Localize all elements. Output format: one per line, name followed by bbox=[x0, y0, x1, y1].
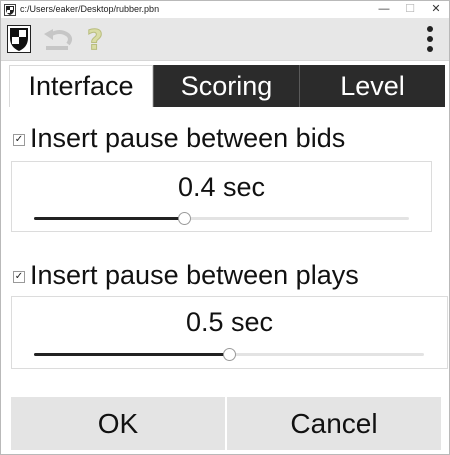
pause-plays-slider-handle[interactable] bbox=[223, 348, 236, 361]
tab-interface[interactable]: Interface bbox=[9, 65, 153, 107]
title-bar: c:/Users/eaker/Desktop/rubber.pbn — ☐ ✕ bbox=[1, 1, 449, 18]
pause-plays-slider-fill bbox=[34, 353, 229, 356]
cancel-button[interactable]: Cancel bbox=[227, 397, 441, 450]
tab-scoring[interactable]: Scoring bbox=[153, 65, 299, 107]
help-icon[interactable]: ? bbox=[81, 24, 109, 54]
pause-plays-label: Insert pause between plays bbox=[30, 259, 359, 290]
settings-window: c:/Users/eaker/Desktop/rubber.pbn — ☐ ✕ bbox=[0, 0, 450, 455]
app-icon bbox=[4, 3, 16, 16]
tab-level[interactable]: Level bbox=[299, 65, 445, 107]
pause-bids-slider-handle[interactable] bbox=[178, 212, 191, 225]
pause-bids-value: 0.4 sec bbox=[177, 172, 266, 202]
pause-bids-checkbox[interactable]: ✓ bbox=[13, 134, 25, 146]
toolbar: ? bbox=[1, 18, 449, 61]
ok-button[interactable]: OK bbox=[11, 397, 225, 450]
pause-plays-slider[interactable] bbox=[34, 348, 424, 361]
more-vert-icon[interactable] bbox=[419, 24, 441, 54]
undo-icon[interactable] bbox=[39, 24, 75, 54]
pause-bids-slider-box: 0.4 sec bbox=[11, 161, 432, 232]
window-title: c:/Users/eaker/Desktop/rubber.pbn bbox=[20, 4, 160, 14]
shield-icon[interactable] bbox=[5, 24, 33, 54]
pause-bids-option[interactable]: ✓ Insert pause between bids bbox=[13, 121, 345, 155]
pause-plays-checkbox[interactable]: ✓ bbox=[13, 271, 25, 283]
pause-bids-slider[interactable] bbox=[34, 212, 409, 225]
minimize-button[interactable]: — bbox=[371, 1, 397, 18]
pause-plays-option[interactable]: ✓ Insert pause between plays bbox=[13, 258, 359, 292]
dialog-buttons: OK Cancel bbox=[11, 397, 441, 450]
maximize-button[interactable]: ☐ bbox=[397, 1, 423, 18]
pause-plays-value: 0.5 sec bbox=[185, 307, 274, 337]
close-button[interactable]: ✕ bbox=[423, 1, 449, 18]
help-glyph: ? bbox=[87, 24, 103, 54]
tab-bar: Interface Scoring Level bbox=[9, 65, 445, 107]
pause-plays-slider-box: 0.5 sec bbox=[11, 296, 448, 369]
pause-bids-label: Insert pause between bids bbox=[30, 122, 346, 153]
pause-bids-slider-fill bbox=[34, 217, 184, 220]
